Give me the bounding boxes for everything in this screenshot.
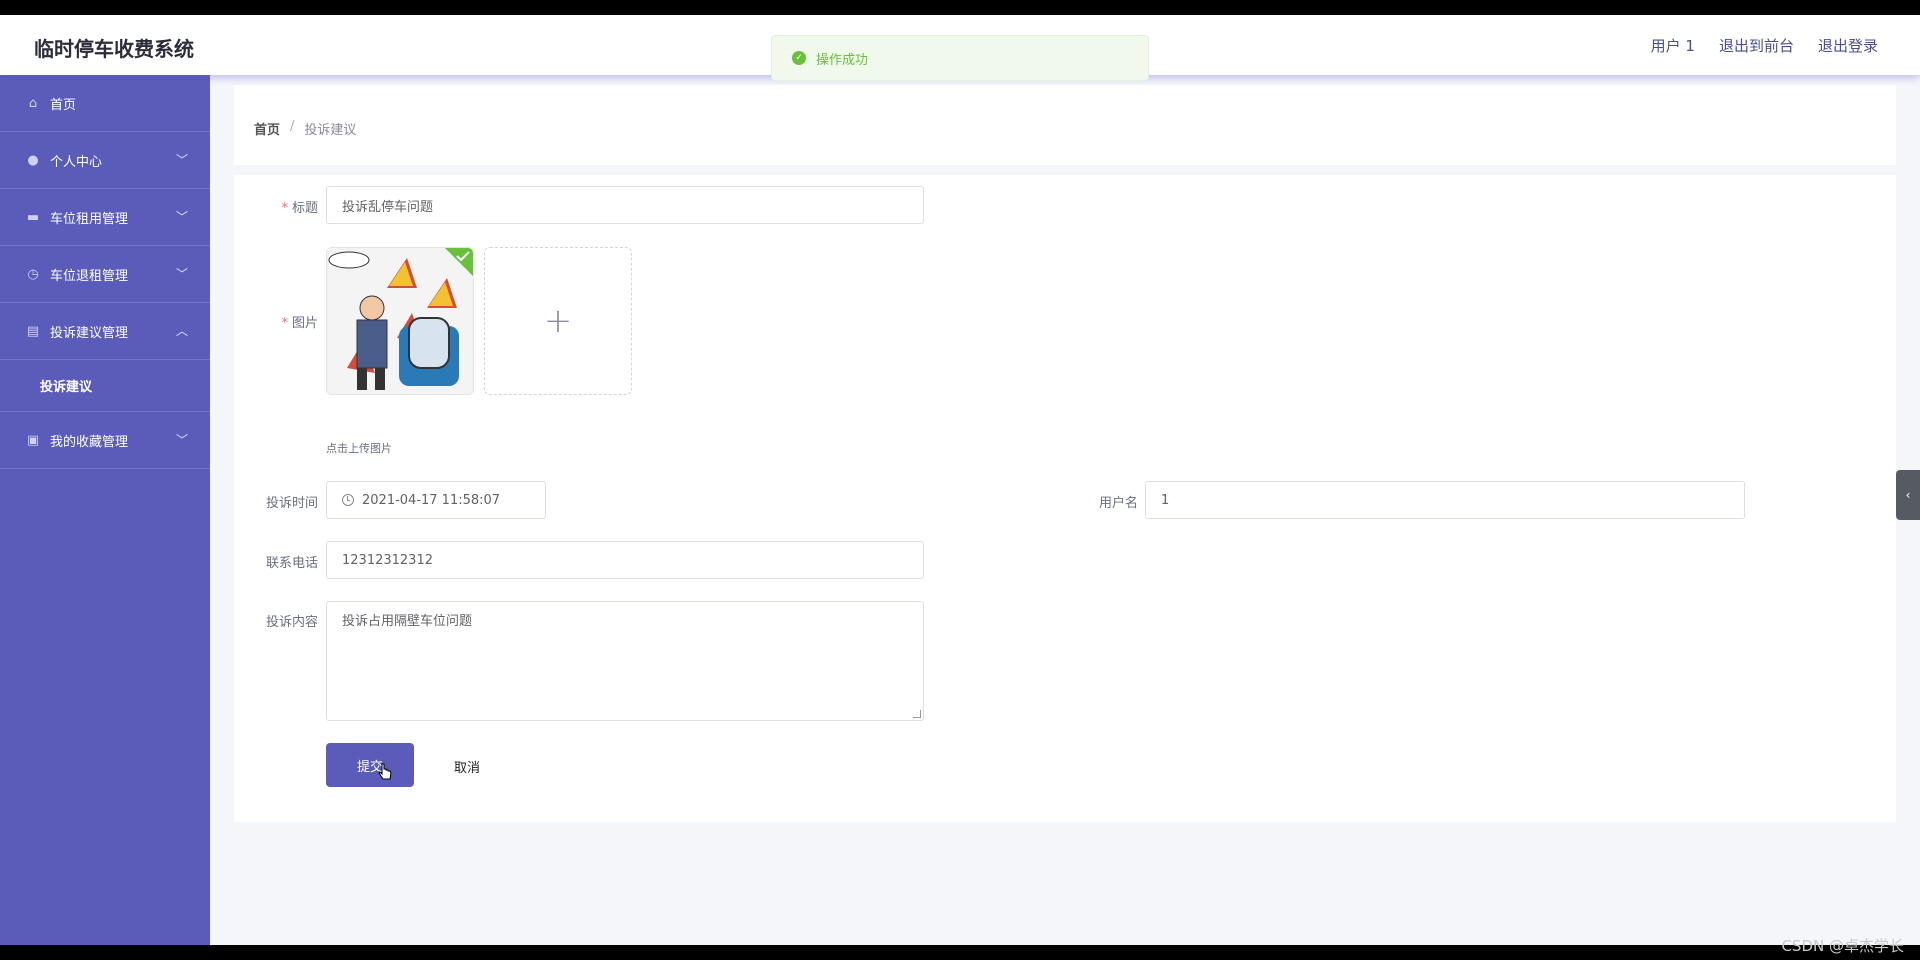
breadcrumb-card: 首页 / 投诉建议 [234,85,1896,165]
app-title: 临时停车收费系统 [34,37,194,61]
resize-handle-icon[interactable] [913,710,921,718]
complaint-form: * 标题 投诉乱停车问题 * 图片 + 点击上传图片 投诉时间 2021-04-… [234,175,1896,822]
clock-icon [342,494,354,506]
required-mark: * [281,316,288,331]
sidebar-item-label: 首页 [50,97,77,113]
top-links: 用户 1 退出到前台 退出登录 [1651,35,1878,56]
content-label: 投诉内容 [265,615,318,630]
username-label: 用户名 [1098,496,1138,511]
title-label-text: 标题 [291,201,318,216]
app-frame: 临时停车收费系统 用户 1 退出到前台 退出登录 ✓ 操作成功 ⌂ 首页 ● 个… [0,15,1920,945]
breadcrumb-separator: / [290,119,295,134]
title-label: * 标题 [234,197,318,216]
sidebar-item-label: 我的收藏管理 [50,434,129,450]
username-input[interactable]: 1 [1145,481,1745,519]
content-value: 投诉占用隔壁车位问题 [342,614,473,629]
sidebar: ⌂ 首页 ● 个人中心 ﹀ ▬ 车位租用管理 ﹀ ◷ 车位退租管理 ﹀ ▤ 投诉… [0,75,210,945]
hand-cursor-icon [378,763,392,780]
sidebar-item-rental[interactable]: ▬ 车位租用管理 ﹀ [0,189,210,246]
sidebar-item-label: 车位退租管理 [50,268,129,284]
chevron-up-icon: ︿ [175,324,188,338]
collapse-panel-tab[interactable]: ‹ [1896,470,1920,520]
image-upload-button[interactable]: + [484,247,632,395]
exit-to-frontend-link[interactable]: 退出到前台 [1719,35,1794,56]
success-toast: ✓ 操作成功 [771,35,1149,81]
required-mark: * [281,201,288,216]
sidebar-item-return[interactable]: ◷ 车位退租管理 ﹀ [0,246,210,303]
cancel-button[interactable]: 取消 [454,757,480,776]
watermark: CSDN @卓杰学长 [1781,937,1904,955]
user-link[interactable]: 用户 1 [1651,35,1695,56]
breadcrumb: 首页 / 投诉建议 [254,119,356,138]
breadcrumb-home[interactable]: 首页 [254,119,280,138]
sidebar-item-complaint-management[interactable]: ▤ 投诉建议管理 ︿ [0,303,210,360]
toast-message: 操作成功 [816,52,869,68]
sidebar-item-favorites[interactable]: ▣ 我的收藏管理 ﹀ [0,412,210,469]
chevron-down-icon: ﹀ [175,267,188,281]
plus-icon: + [543,301,573,341]
image-label-text: 图片 [291,316,318,331]
submit-button[interactable]: 提交 [326,743,414,787]
briefcase-icon: ▬ [26,209,40,225]
cartoon-image [327,248,473,394]
complaint-time-picker[interactable]: 2021-04-17 11:58:07 [326,481,546,519]
clipboard-check-icon: ▣ [26,432,40,448]
phone-input[interactable]: 12312312312 [326,541,924,579]
content-textarea[interactable]: 投诉占用隔壁车位问题 [326,601,924,721]
check-circle-icon: ✓ [792,51,806,65]
sidebar-item-label: 车位租用管理 [50,211,129,227]
clipboard-icon: ▤ [26,323,40,339]
sidebar-subitem-complaint[interactable]: 投诉建议 [0,360,210,412]
phone-label: 联系电话 [265,556,318,571]
title-input[interactable]: 投诉乱停车问题 [326,186,924,224]
sidebar-item-home[interactable]: ⌂ 首页 [0,75,210,132]
clock-icon: ◷ [27,266,39,282]
image-label: * 图片 [234,312,318,331]
user-icon: ● [27,152,39,168]
chevron-down-icon: ﹀ [175,153,188,167]
chevron-down-icon: ﹀ [175,210,188,224]
chevron-down-icon: ﹀ [175,433,188,447]
time-value: 2021-04-17 11:58:07 [362,492,501,508]
logout-link[interactable]: 退出登录 [1818,35,1878,56]
time-label: 投诉时间 [265,496,318,511]
main-content: 首页 / 投诉建议 * 标题 投诉乱停车问题 * 图片 + 点击上传图片 投诉时… [210,75,1920,945]
uploaded-image-thumbnail[interactable] [326,247,474,395]
sidebar-item-label: 投诉建议管理 [50,325,129,341]
breadcrumb-current: 投诉建议 [304,123,357,138]
home-icon: ⌂ [28,95,38,111]
sidebar-item-personal-center[interactable]: ● 个人中心 ﹀ [0,132,210,189]
sidebar-item-label: 个人中心 [50,154,103,170]
upload-hint: 点击上传图片 [326,442,392,455]
sidebar-item-label: 投诉建议 [40,380,93,395]
chevron-left-icon: ‹ [1905,488,1911,502]
